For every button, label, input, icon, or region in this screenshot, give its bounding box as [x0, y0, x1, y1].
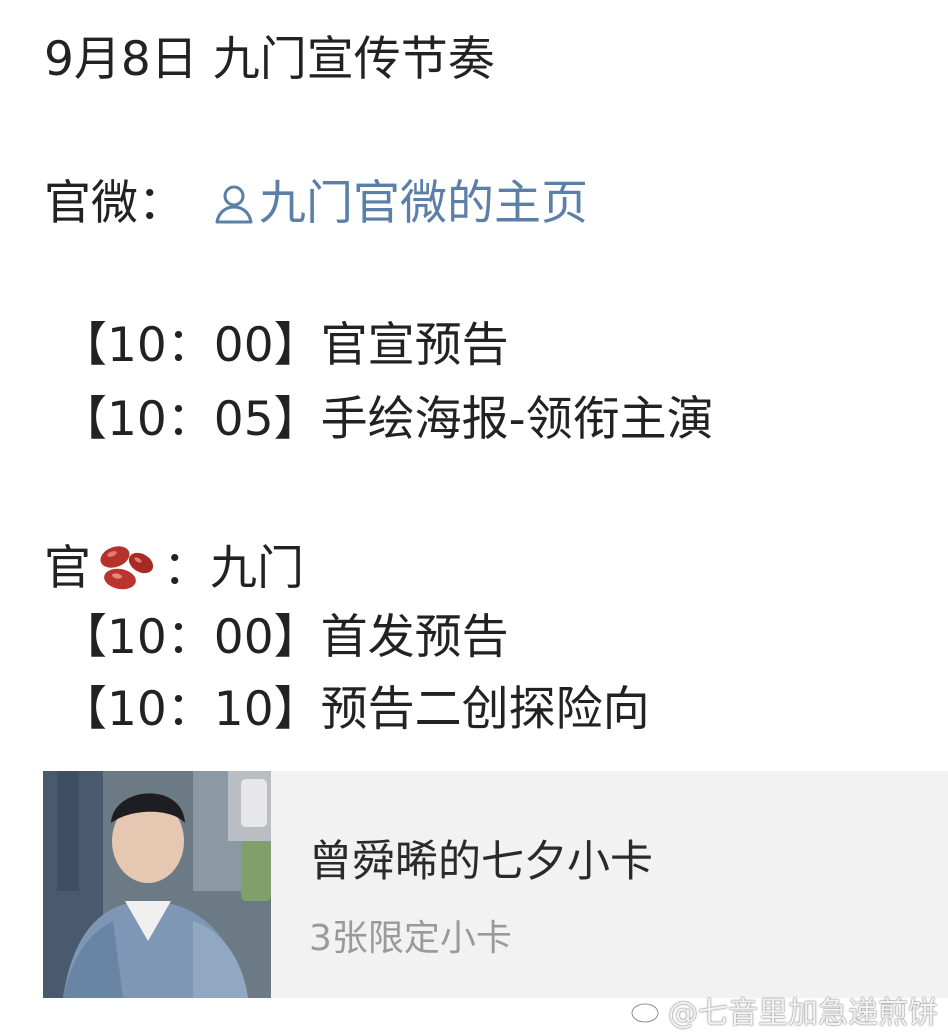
user-icon [215, 185, 253, 223]
card-text: 曾舜晞的七夕小卡 3张限定小卡 [271, 771, 653, 998]
bean-schedule-item: 【10：10】预告二创探险向 [60, 682, 650, 737]
card-title: 曾舜晞的七夕小卡 [309, 837, 653, 887]
bean-row: 官 ：九门 [44, 543, 304, 593]
weibo-label: 官微： [44, 176, 185, 231]
card-subtitle: 3张限定小卡 [309, 918, 512, 959]
red-bean-icon [100, 546, 154, 590]
weibo-logo-icon [630, 998, 663, 1024]
post-title: 9月8日 九门宣传节奏 [44, 32, 495, 87]
bean-schedule-item: 【10：00】首发预告 [60, 610, 509, 665]
bean-label-suffix: ：九门 [163, 540, 304, 596]
weibo-link-label: 九门官微的主页 [259, 176, 588, 231]
weibo-homepage-link[interactable]: 九门官微的主页 [211, 180, 588, 227]
weibo-row: 官微： 九门官微的主页 [44, 180, 588, 227]
weibo-schedule-item: 【10：00】官宣预告 [60, 318, 509, 373]
photo-card-link[interactable]: 曾舜晞的七夕小卡 3张限定小卡 [43, 771, 948, 998]
watermark: @七音里加急递煎饼 [630, 988, 938, 1032]
weibo-schedule-item: 【10：05】手绘海报-领衔主演 [60, 392, 714, 447]
bean-label-prefix: 官 [44, 540, 91, 596]
person-photo-icon [43, 771, 271, 998]
card-thumbnail [43, 771, 271, 998]
watermark-text: @七音里加急递煎饼 [668, 996, 938, 1031]
